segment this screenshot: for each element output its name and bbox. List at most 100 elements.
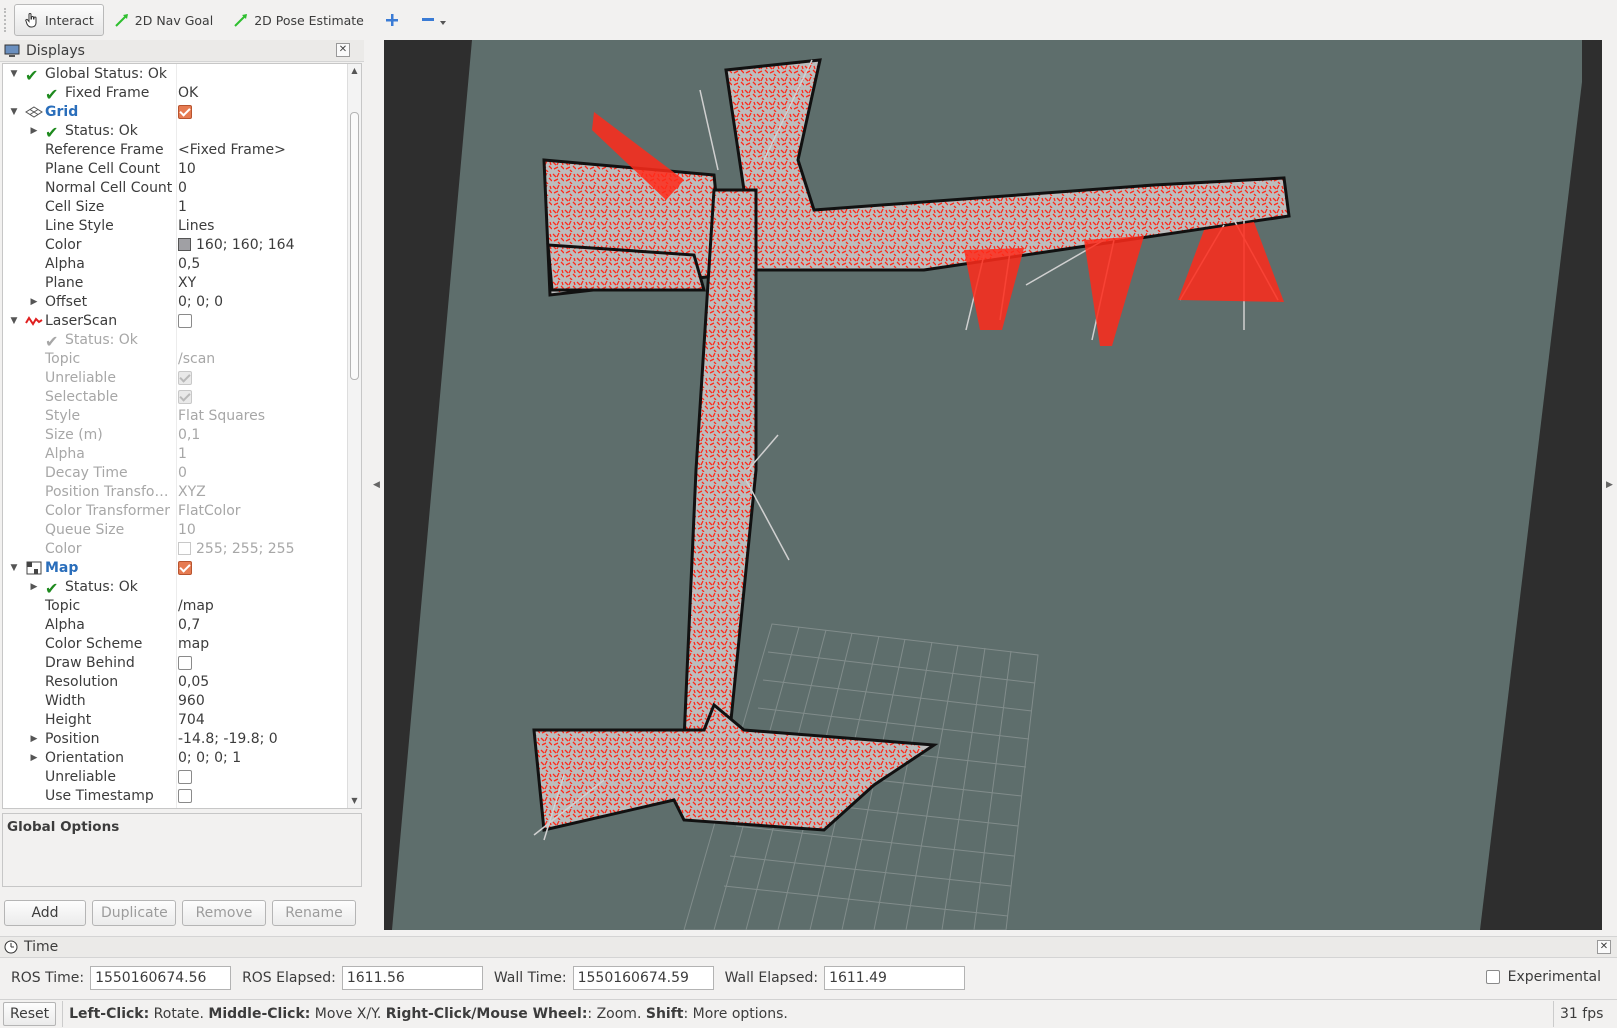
tree-value[interactable]: FlatColor (178, 502, 241, 521)
rename-button[interactable]: Rename (272, 900, 356, 926)
tree-scrollbar[interactable]: ▲ ▼ (347, 64, 361, 808)
tree-value[interactable]: 10 (178, 160, 196, 179)
expand-arrow-icon[interactable]: ▶ (29, 293, 39, 312)
tree-row[interactable]: Plane Cell Count 10 (3, 160, 343, 179)
tree-row[interactable]: ✔ Status: Ok (3, 331, 343, 351)
expand-arrow-icon[interactable]: ▶ (29, 578, 39, 597)
expand-arrow-icon[interactable]: ▼ (9, 559, 19, 578)
tree-row[interactable]: Color Transformer FlatColor (3, 502, 343, 521)
tree-row[interactable]: Unreliable (3, 768, 343, 787)
tree-row-grid[interactable]: ▼ Grid (3, 103, 343, 122)
tree-row[interactable]: Color Scheme map (3, 635, 343, 654)
tree-row[interactable]: Topic/scan (3, 350, 343, 369)
tree-row[interactable]: Style Flat Squares (3, 407, 343, 426)
close-icon[interactable]: ✕ (1597, 940, 1611, 954)
tree-row[interactable]: Queue Size 10 (3, 521, 343, 540)
toolbar-grip[interactable] (4, 8, 10, 32)
expand-arrow-icon[interactable]: ▼ (9, 103, 19, 122)
tree-value[interactable]: 1 (178, 198, 187, 217)
collapse-right-icon[interactable]: ▶ (1606, 480, 1613, 490)
tree-row[interactable]: Color 160; 160; 164 (3, 236, 343, 255)
tree-row-grid-status[interactable]: ▶ ✔ Status: Ok (3, 122, 343, 142)
tree-value[interactable]: 160; 160; 164 (178, 236, 295, 255)
tree-row[interactable]: Alpha 0,7 (3, 616, 343, 635)
draw-behind-checkbox[interactable] (178, 656, 192, 670)
tree-row-global-status[interactable]: ▼ ✔ Global Status: Ok (3, 65, 343, 85)
tree-value[interactable]: 0 (178, 464, 187, 483)
remove-button[interactable]: Remove (182, 900, 266, 926)
tree-value[interactable]: 960 (178, 692, 205, 711)
tree-row[interactable]: Size (m) 0,1 (3, 426, 343, 445)
ros-time-field[interactable]: 1550160674.56 (90, 966, 232, 990)
tree-row-map-status[interactable]: ▶ ✔ Status: Ok (3, 578, 343, 598)
tree-row-laserscan[interactable]: ▼ LaserScan (3, 312, 343, 331)
add-button[interactable]: Add (4, 900, 86, 926)
tree-row[interactable]: Draw Behind (3, 654, 343, 673)
tree-value[interactable]: 704 (178, 711, 205, 730)
tree-value[interactable]: Lines (178, 217, 214, 236)
add-tool-button[interactable] (374, 4, 410, 36)
tree-value[interactable]: 10 (178, 521, 196, 540)
render-view[interactable] (384, 40, 1602, 930)
tree-row-map[interactable]: ▼ Map (3, 559, 343, 578)
tree-value[interactable]: /scan (178, 350, 215, 369)
scroll-thumb[interactable] (350, 112, 359, 380)
tree-row[interactable]: Topic/map (3, 597, 343, 616)
tree-row[interactable]: Resolution 0,05 (3, 673, 343, 692)
tree-row[interactable]: Width 960 (3, 692, 343, 711)
expand-arrow-icon[interactable]: ▼ (9, 312, 19, 331)
tree-row[interactable]: Height 704 (3, 711, 343, 730)
wall-elapsed-field[interactable]: 1611.49 (824, 966, 966, 990)
expand-arrow-icon[interactable]: ▼ (9, 65, 19, 84)
map-enabled-checkbox[interactable] (178, 561, 192, 575)
tree-row[interactable]: Unreliable (3, 369, 343, 388)
remove-tool-menu-button[interactable] (410, 4, 458, 36)
reset-button[interactable]: Reset (3, 1002, 57, 1026)
selectable-checkbox[interactable] (178, 390, 192, 404)
expand-arrow-icon[interactable]: ▶ (29, 730, 39, 749)
close-icon[interactable]: ✕ (336, 43, 350, 57)
tree-value[interactable]: 1 (178, 445, 187, 464)
unreliable-checkbox[interactable] (178, 371, 192, 385)
tree-row[interactable]: ▶ Offset 0; 0; 0 (3, 293, 343, 312)
use-timestamp-checkbox[interactable] (178, 789, 192, 803)
tree-row[interactable]: Color 255; 255; 255 (3, 540, 343, 559)
tree-row[interactable]: ▶ Position -14.8; -19.8; 0 (3, 730, 343, 749)
tree-row[interactable]: Cell Size 1 (3, 198, 343, 217)
tree-value[interactable]: /map (178, 597, 214, 616)
tree-value[interactable]: -14.8; -19.8; 0 (178, 730, 278, 749)
tree-value[interactable]: XY (178, 274, 196, 293)
tree-row[interactable]: Alpha 1 (3, 445, 343, 464)
tree-value[interactable]: 0,05 (178, 673, 209, 692)
ros-elapsed-field[interactable]: 1611.56 (341, 966, 483, 990)
scroll-down-icon[interactable]: ▼ (348, 794, 361, 808)
scroll-up-icon[interactable]: ▲ (348, 64, 361, 78)
collapse-left-icon[interactable]: ◀ (373, 480, 380, 490)
grid-enabled-checkbox[interactable] (178, 105, 192, 119)
pose-estimate-tool-button[interactable]: 2D Pose Estimate (223, 4, 374, 36)
tree-value[interactable]: 255; 255; 255 (178, 540, 295, 559)
wall-time-field[interactable]: 1550160674.59 (572, 966, 714, 990)
tree-row[interactable]: Decay Time 0 (3, 464, 343, 483)
tree-row[interactable]: Plane XY (3, 274, 343, 293)
tree-row[interactable]: Alpha 0,5 (3, 255, 343, 274)
duplicate-button[interactable]: Duplicate (92, 900, 176, 926)
tree-value[interactable]: 0,5 (178, 255, 200, 274)
tree-value[interactable]: XYZ (178, 483, 206, 502)
tree-value[interactable]: 0; 0; 0; 1 (178, 749, 241, 768)
tree-row[interactable]: Selectable (3, 388, 343, 407)
tree-value[interactable]: 0,1 (178, 426, 200, 445)
expand-arrow-icon[interactable]: ▶ (29, 122, 39, 141)
experimental-option[interactable]: Experimental (1485, 969, 1601, 985)
tree-value[interactable]: map (178, 635, 209, 654)
tree-row-fixed-frame[interactable]: ✔ Fixed Frame OK (3, 84, 343, 104)
tree-row[interactable]: Normal Cell Count 0 (3, 179, 343, 198)
tree-value[interactable]: 0; 0; 0 (178, 293, 223, 312)
laserscan-enabled-checkbox[interactable] (178, 314, 192, 328)
nav-goal-tool-button[interactable]: 2D Nav Goal (104, 4, 223, 36)
experimental-checkbox[interactable] (1485, 970, 1500, 984)
tree-row[interactable]: Position Transfo… XYZ (3, 483, 343, 502)
tree-row[interactable]: ▶ Orientation 0; 0; 0; 1 (3, 749, 343, 768)
interact-tool-button[interactable]: Interact (14, 4, 104, 36)
tree-row[interactable]: Reference Frame <Fixed Frame> (3, 141, 343, 160)
